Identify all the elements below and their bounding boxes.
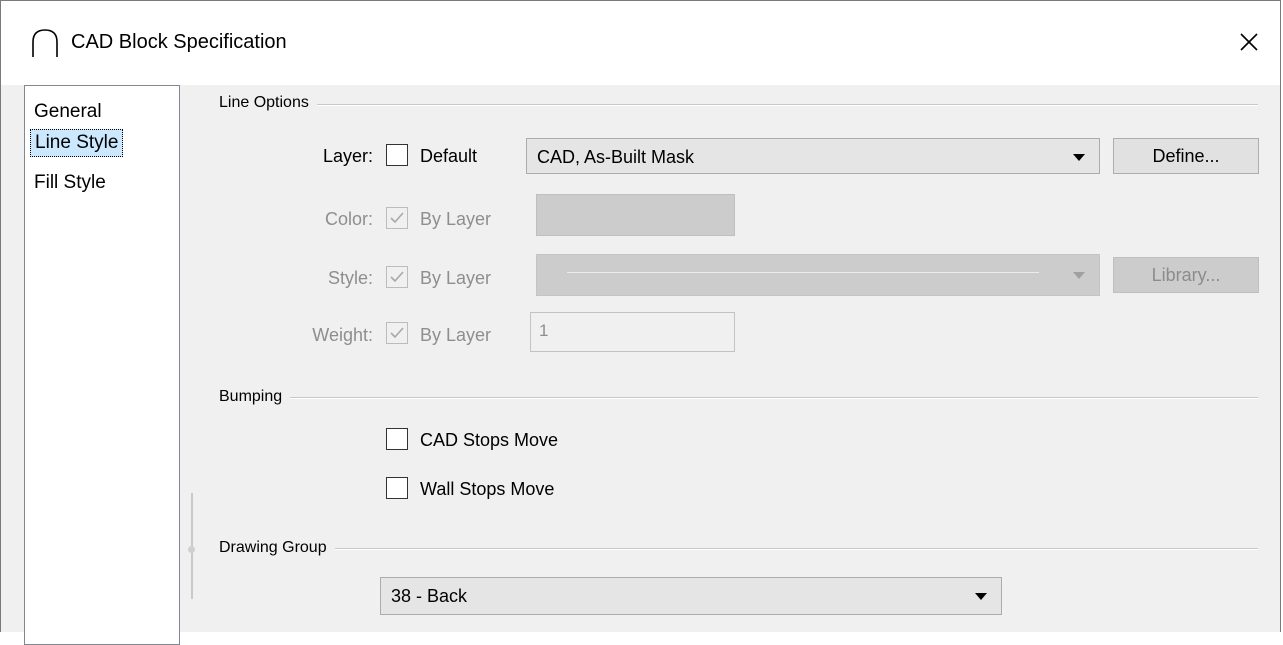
wall-stops-move-checkbox[interactable] — [386, 477, 408, 499]
layer-default-checkbox[interactable] — [386, 144, 408, 166]
color-swatch[interactable] — [536, 194, 735, 236]
line-style-preview — [567, 272, 1039, 273]
line-style-select[interactable] — [536, 254, 1100, 296]
bumping-heading: Bumping — [219, 388, 291, 406]
drawing-group-value: 38 - Back — [391, 586, 468, 606]
drawing-group-heading: Drawing Group — [219, 539, 335, 557]
color-label: Color: — [324, 209, 373, 229]
define-button[interactable]: Define... — [1113, 138, 1259, 174]
color-by-layer-label: By Layer — [420, 209, 492, 229]
title-bar: CAD Block Specification — [1, 1, 1280, 85]
style-by-layer-checkbox[interactable] — [386, 266, 408, 288]
line-options-divider — [221, 104, 1258, 106]
style-label: Style: — [327, 268, 373, 288]
weight-label: Weight: — [312, 325, 373, 345]
close-icon[interactable] — [1232, 25, 1266, 59]
layer-default-label: Default — [420, 146, 478, 166]
library-button[interactable]: Library... — [1113, 257, 1259, 293]
splitter-grip-icon[interactable] — [188, 546, 195, 553]
wall-stops-move-label: Wall Stops Move — [420, 479, 555, 499]
chevron-down-icon — [975, 593, 987, 600]
drawing-group-divider — [221, 548, 1258, 550]
color-by-layer-checkbox[interactable] — [386, 207, 408, 229]
layer-label: Layer: — [322, 146, 373, 166]
chevron-down-icon — [1073, 154, 1085, 161]
cad-stops-move-label: CAD Stops Move — [420, 430, 559, 450]
weight-by-layer-checkbox[interactable] — [386, 322, 408, 344]
arc-icon — [31, 28, 59, 58]
sidebar-item-fill-style[interactable]: Fill Style — [30, 170, 110, 198]
weight-by-layer-label: By Layer — [420, 325, 492, 345]
window-title: CAD Block Specification — [71, 31, 287, 53]
bumping-divider — [221, 397, 1258, 399]
weight-input[interactable]: 1 — [530, 312, 735, 352]
drawing-group-select[interactable]: 38 - Back — [380, 577, 1002, 615]
sidebar-item-line-style[interactable]: Line Style — [30, 129, 124, 157]
sidebar-nav: General Line Style Fill Style — [24, 85, 180, 645]
style-by-layer-label: By Layer — [420, 268, 492, 288]
cad-stops-move-checkbox[interactable] — [386, 428, 408, 450]
chevron-down-icon — [1073, 272, 1085, 279]
line-options-heading: Line Options — [219, 94, 317, 112]
dialog-window: CAD Block Specification General Line Sty… — [0, 0, 1281, 645]
layer-select-value: CAD, As-Built Mask — [537, 147, 695, 167]
layer-select[interactable]: CAD, As-Built Mask — [526, 138, 1100, 174]
sidebar-item-general[interactable]: General — [30, 99, 106, 127]
